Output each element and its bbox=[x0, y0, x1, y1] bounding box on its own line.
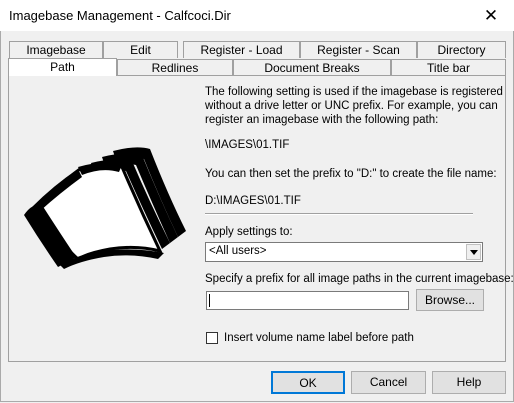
tab-title-bar[interactable]: Title bar bbox=[391, 59, 506, 76]
tab-document-breaks[interactable]: Document Breaks bbox=[233, 59, 391, 76]
tab-register-scan[interactable]: Register - Scan bbox=[300, 41, 417, 58]
description-line-1: The following setting is used if the ima… bbox=[205, 86, 503, 98]
volume-label-checkbox-label: Insert volume name label before path bbox=[224, 332, 414, 344]
tab-imagebase[interactable]: Imagebase bbox=[9, 41, 103, 58]
tab-path[interactable]: Path bbox=[8, 58, 117, 76]
ok-button[interactable]: OK bbox=[271, 371, 345, 394]
title-bar: Imagebase Management - Calfcoci.Dir ✕ bbox=[0, 0, 514, 31]
chevron-down-icon[interactable] bbox=[466, 244, 481, 260]
help-button[interactable]: Help bbox=[432, 371, 506, 394]
prefix-input[interactable] bbox=[206, 291, 409, 310]
window-title: Imagebase Management - Calfcoci.Dir bbox=[9, 8, 231, 23]
text-caret bbox=[209, 294, 210, 307]
cancel-button[interactable]: Cancel bbox=[351, 371, 426, 394]
volume-label-checkbox[interactable] bbox=[206, 332, 218, 344]
description-line-3: register an imagebase with the following… bbox=[205, 114, 439, 126]
prefix-label: Specify a prefix for all image paths in … bbox=[205, 273, 514, 285]
tab-register-load[interactable]: Register - Load bbox=[183, 41, 300, 58]
close-icon[interactable]: ✕ bbox=[468, 0, 514, 31]
tab-edit[interactable]: Edit bbox=[103, 41, 178, 58]
apply-settings-label: Apply settings to: bbox=[205, 226, 293, 238]
apply-settings-select[interactable]: <All users> bbox=[205, 242, 483, 262]
prefix-note: You can then set the prefix to "D:" to c… bbox=[205, 168, 497, 180]
resulting-path: D:\IMAGES\01.TIF bbox=[205, 195, 301, 207]
example-path: \IMAGES\01.TIF bbox=[205, 139, 290, 151]
stack-of-pages-icon bbox=[24, 147, 186, 269]
browse-button[interactable]: Browse... bbox=[416, 289, 484, 311]
apply-settings-value: <All users> bbox=[209, 245, 267, 257]
tab-redlines[interactable]: Redlines bbox=[117, 59, 233, 76]
description-line-2: without a drive letter or UNC prefix. Fo… bbox=[205, 100, 498, 112]
divider bbox=[205, 213, 473, 215]
tab-directory[interactable]: Directory bbox=[417, 41, 506, 58]
